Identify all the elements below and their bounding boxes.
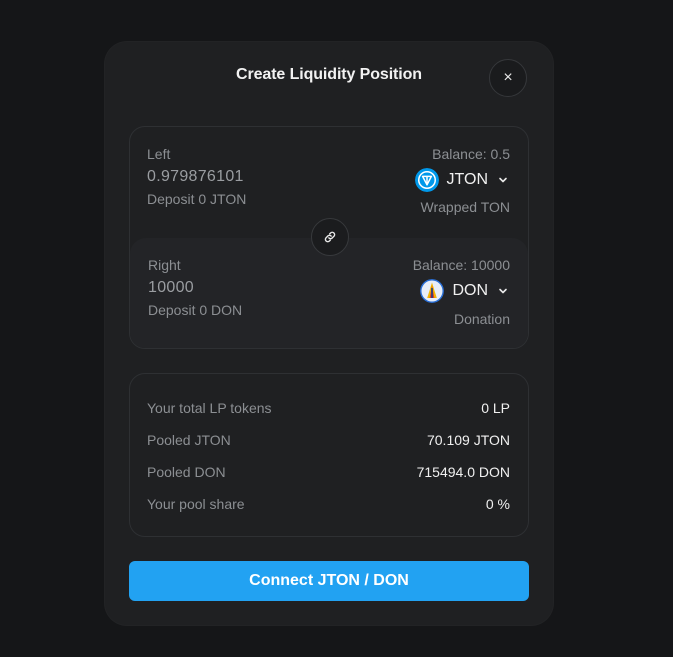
connect-button[interactable]: Connect JTON / DON	[129, 561, 529, 601]
info-label: Pooled JTON	[147, 432, 231, 448]
link-toggle-button[interactable]	[311, 218, 349, 256]
right-balance: Balance: 10000	[412, 257, 510, 273]
liquidity-modal: Create Liquidity Position × Left 0.97987…	[105, 42, 553, 625]
info-row-pool-share: Your pool share 0 %	[147, 496, 510, 512]
info-value: 70.109 JTON	[426, 432, 510, 448]
right-token-description: Donation	[453, 311, 510, 327]
right-token-name: DON	[452, 282, 488, 299]
left-token-selector[interactable]: JTON	[414, 168, 508, 192]
right-amount-input[interactable]: 10000	[148, 279, 194, 297]
info-row-pooled-jton: Pooled JTON 70.109 JTON	[147, 432, 510, 448]
info-row-lp-tokens: Your total LP tokens 0 LP	[147, 400, 510, 416]
don-icon	[420, 279, 445, 303]
info-row-pooled-don: Pooled DON 715494.0 DON	[147, 464, 510, 480]
link-icon	[324, 231, 336, 243]
info-label: Your total LP tokens	[147, 400, 272, 416]
info-label: Pooled DON	[147, 464, 226, 480]
left-label: Left	[147, 146, 171, 162]
close-icon: ×	[503, 69, 513, 86]
right-token-selector[interactable]: DON	[420, 279, 508, 303]
left-token-name: JTON	[446, 171, 488, 188]
close-button[interactable]: ×	[489, 59, 527, 97]
modal-title: Create Liquidity Position	[236, 66, 422, 83]
ton-icon	[414, 168, 439, 192]
left-token-description: Wrapped TON	[420, 199, 511, 215]
pool-info-card: Your total LP tokens 0 LP Pooled JTON 70…	[129, 373, 529, 537]
info-value: 0 %	[485, 496, 510, 512]
left-amount-input[interactable]: 0.979876101	[147, 168, 244, 186]
chevron-down-icon	[499, 288, 507, 294]
token-pair-card: Left 0.979876101 Deposit 0 JTON Balance:…	[129, 126, 529, 349]
left-balance: Balance: 0.5	[432, 146, 510, 162]
info-value: 0 LP	[481, 400, 510, 416]
chevron-down-icon	[499, 177, 507, 183]
right-deposit-text: Deposit 0 DON	[148, 302, 243, 318]
info-value: 715494.0 DON	[416, 464, 510, 480]
right-label: Right	[148, 257, 181, 273]
left-deposit-text: Deposit 0 JTON	[147, 191, 247, 207]
info-label: Your pool share	[147, 496, 245, 512]
